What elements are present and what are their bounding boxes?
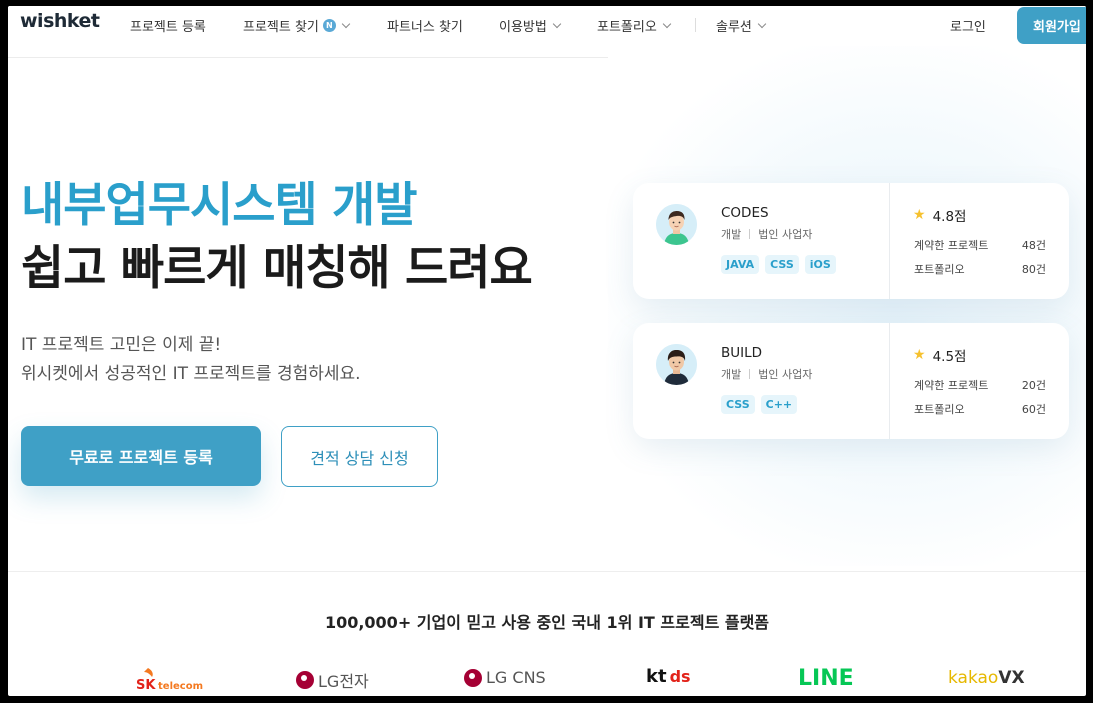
logo-text: LG CNS bbox=[486, 668, 546, 687]
partner-rating: ★ 4.8점 bbox=[913, 205, 966, 225]
partner-meta: 개발 법인 사업자 bbox=[721, 366, 812, 382]
nav-label: 솔루션 bbox=[716, 20, 752, 35]
contracts-stat: 계약한 프로젝트 48건 bbox=[914, 237, 1046, 253]
kakao-vx-logo: kakao VX bbox=[948, 668, 1025, 688]
nav-how-to-use[interactable]: 이용방법 bbox=[499, 16, 562, 35]
kt-mark: kt bbox=[646, 666, 667, 687]
stat-label: 포트폴리오 bbox=[914, 263, 965, 276]
trusted-heading: 100,000+ 기업이 믿고 사용 중인 국내 1위 IT 프로젝트 플랫폼 bbox=[324, 613, 770, 632]
stat-value: 60건 bbox=[1021, 403, 1046, 416]
nav-label: 이용방법 bbox=[499, 20, 547, 35]
partner-avatar-icon bbox=[656, 204, 697, 245]
kakao-mark: kakao bbox=[948, 668, 999, 688]
partner-meta: 개발 법인 사업자 bbox=[721, 226, 812, 242]
sk-telecom-logo-icon: SK telecom bbox=[136, 668, 203, 693]
nav-portfolio[interactable]: 포트폴리오 bbox=[597, 16, 672, 35]
logo-text: LG전자 bbox=[318, 672, 369, 691]
lg-electronics-logo: LG전자 bbox=[296, 668, 369, 692]
hero-subtitle-line: IT 프로젝트 고민은 이제 끝! bbox=[21, 335, 222, 355]
free-project-register-button[interactable]: 무료로 프로젝트 등록 bbox=[21, 426, 261, 486]
skill-tag: JAVA bbox=[721, 255, 760, 274]
skill-tag: CSS bbox=[721, 395, 755, 414]
contracts-stat: 계약한 프로젝트 20건 bbox=[914, 377, 1046, 393]
section-divider bbox=[8, 571, 1086, 572]
portfolio-stat: 포트폴리오 80건 bbox=[914, 261, 1046, 277]
partner-business-type: 법인 사업자 bbox=[758, 368, 813, 381]
card-divider bbox=[889, 323, 890, 439]
nav-project-find[interactable]: 프로젝트 찾기 N bbox=[243, 16, 351, 35]
login-link[interactable]: 로그인 bbox=[950, 16, 986, 35]
hero-title-accent: 내부업무시스템 개발 bbox=[21, 178, 418, 233]
nav-label: 파트너스 찾기 bbox=[387, 20, 463, 35]
stat-label: 포트폴리오 bbox=[914, 403, 965, 416]
stat-value: 48건 bbox=[1021, 239, 1046, 252]
partner-rating: ★ 4.5점 bbox=[913, 345, 966, 365]
skill-tag: iOS bbox=[804, 255, 836, 274]
partner-avatar-icon bbox=[656, 344, 697, 385]
partner-company-name: CODES bbox=[721, 205, 769, 221]
svg-text:SK: SK bbox=[136, 678, 156, 693]
stat-label: 계약한 프로젝트 bbox=[914, 379, 989, 392]
meta-divider bbox=[749, 369, 751, 379]
stat-value: 80건 bbox=[1021, 263, 1046, 276]
card-divider bbox=[889, 183, 890, 299]
nav-label: 프로젝트 등록 bbox=[130, 20, 206, 35]
chevron-down-icon bbox=[341, 19, 351, 28]
meta-divider bbox=[749, 229, 751, 239]
partner-card[interactable]: BUILD 개발 법인 사업자 CSS C++ ★ 4.5점 계약한 프로젝트 … bbox=[633, 323, 1069, 439]
nav-partners-find[interactable]: 파트너스 찾기 bbox=[387, 16, 463, 35]
new-badge: N bbox=[322, 19, 336, 32]
star-icon: ★ bbox=[913, 347, 926, 363]
rating-value: 4.5점 bbox=[932, 349, 967, 365]
hero-subtitle: IT 프로젝트 고민은 이제 끝! 위시켓에서 성공적인 IT 프로젝트를 경험… bbox=[21, 331, 361, 389]
wishket-logo[interactable]: wishket bbox=[20, 10, 100, 32]
hero-title: 쉽고 빠르게 매칭해 드려요 bbox=[21, 241, 533, 296]
kt-ds-logo: kt ds bbox=[646, 666, 691, 687]
lg-logo-icon bbox=[296, 671, 314, 689]
line-logo: LINE bbox=[798, 666, 854, 691]
signup-button[interactable]: 회원가입 bbox=[1017, 7, 1086, 44]
nav-label: 프로젝트 찾기 bbox=[243, 20, 319, 35]
partner-role: 개발 bbox=[721, 368, 742, 381]
partner-avatar bbox=[656, 204, 697, 245]
vx-mark: VX bbox=[998, 668, 1025, 688]
nav-label: 포트폴리오 bbox=[597, 20, 657, 35]
nav-project-register[interactable]: 프로젝트 등록 bbox=[130, 16, 206, 35]
hero-background bbox=[608, 46, 1086, 566]
rating-value: 4.8점 bbox=[932, 209, 967, 225]
nav-divider bbox=[695, 18, 696, 32]
estimate-consult-button[interactable]: 견적 상담 신청 bbox=[281, 426, 438, 487]
lg-cns-logo: LG CNS bbox=[464, 668, 546, 687]
nav-solution[interactable]: 솔루션 bbox=[716, 16, 767, 35]
skill-tags: JAVA CSS iOS bbox=[721, 255, 836, 274]
skill-tag: C++ bbox=[760, 395, 798, 414]
skill-tag: CSS bbox=[765, 255, 799, 274]
portfolio-stat: 포트폴리오 60건 bbox=[914, 401, 1046, 417]
skill-tags: CSS C++ bbox=[721, 395, 798, 414]
svg-text:telecom: telecom bbox=[158, 681, 203, 692]
partner-avatar bbox=[656, 344, 697, 385]
star-icon: ★ bbox=[913, 207, 926, 223]
chevron-down-icon bbox=[757, 19, 767, 28]
stat-label: 계약한 프로젝트 bbox=[914, 239, 989, 252]
sk-telecom-logo: SK telecom bbox=[136, 666, 206, 694]
chevron-down-icon bbox=[552, 19, 562, 28]
hero-subtitle-line: 위시켓에서 성공적인 IT 프로젝트를 경험하세요. bbox=[21, 364, 361, 384]
chevron-down-icon bbox=[662, 19, 672, 28]
ds-mark: ds bbox=[669, 667, 691, 686]
stat-value: 20건 bbox=[1021, 379, 1046, 392]
partner-card[interactable]: CODES 개발 법인 사업자 JAVA CSS iOS ★ 4.8점 계약한 … bbox=[633, 183, 1069, 299]
partner-business-type: 법인 사업자 bbox=[758, 228, 813, 241]
lg-logo-icon bbox=[464, 668, 482, 687]
page-frame: wishket 프로젝트 등록 프로젝트 찾기 N 파트너스 찾기 이용방법 포… bbox=[8, 6, 1086, 696]
partner-role: 개발 bbox=[721, 228, 742, 241]
partner-company-name: BUILD bbox=[721, 345, 763, 361]
